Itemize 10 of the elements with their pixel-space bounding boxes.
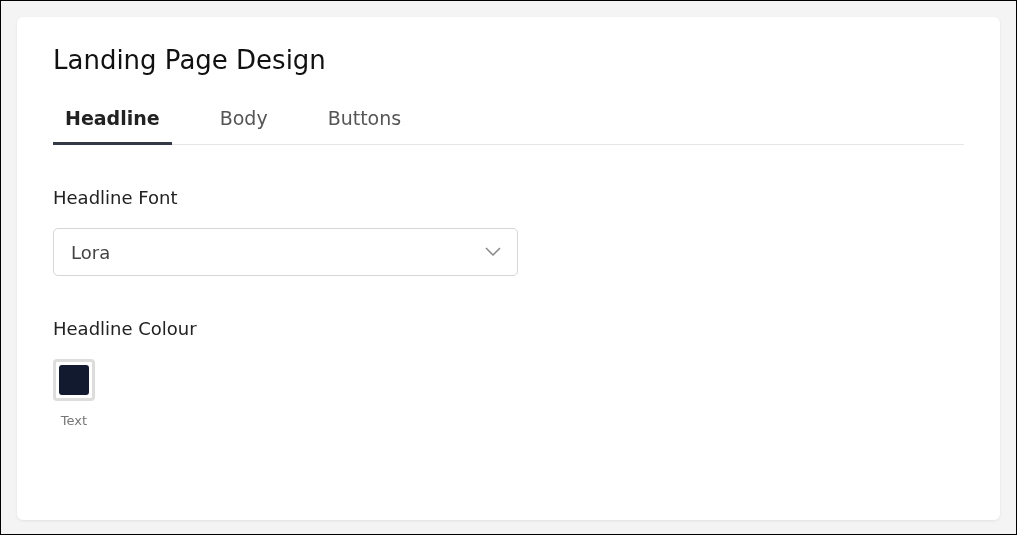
- page-title: Landing Page Design: [53, 44, 327, 77]
- tab[interactable]: Body: [207, 107, 280, 145]
- field-label: Headline Font: [53, 187, 179, 209]
- colour-swatch[interactable]: [53, 359, 95, 401]
- field-label: Headline Colour: [53, 318, 198, 340]
- tab[interactable]: Buttons: [315, 107, 414, 145]
- tab[interactable]: Headline: [53, 107, 172, 145]
- chevron-down-icon: [485, 247, 501, 257]
- swatch-label: Text: [59, 413, 89, 428]
- font-select[interactable]: Lora: [53, 228, 518, 276]
